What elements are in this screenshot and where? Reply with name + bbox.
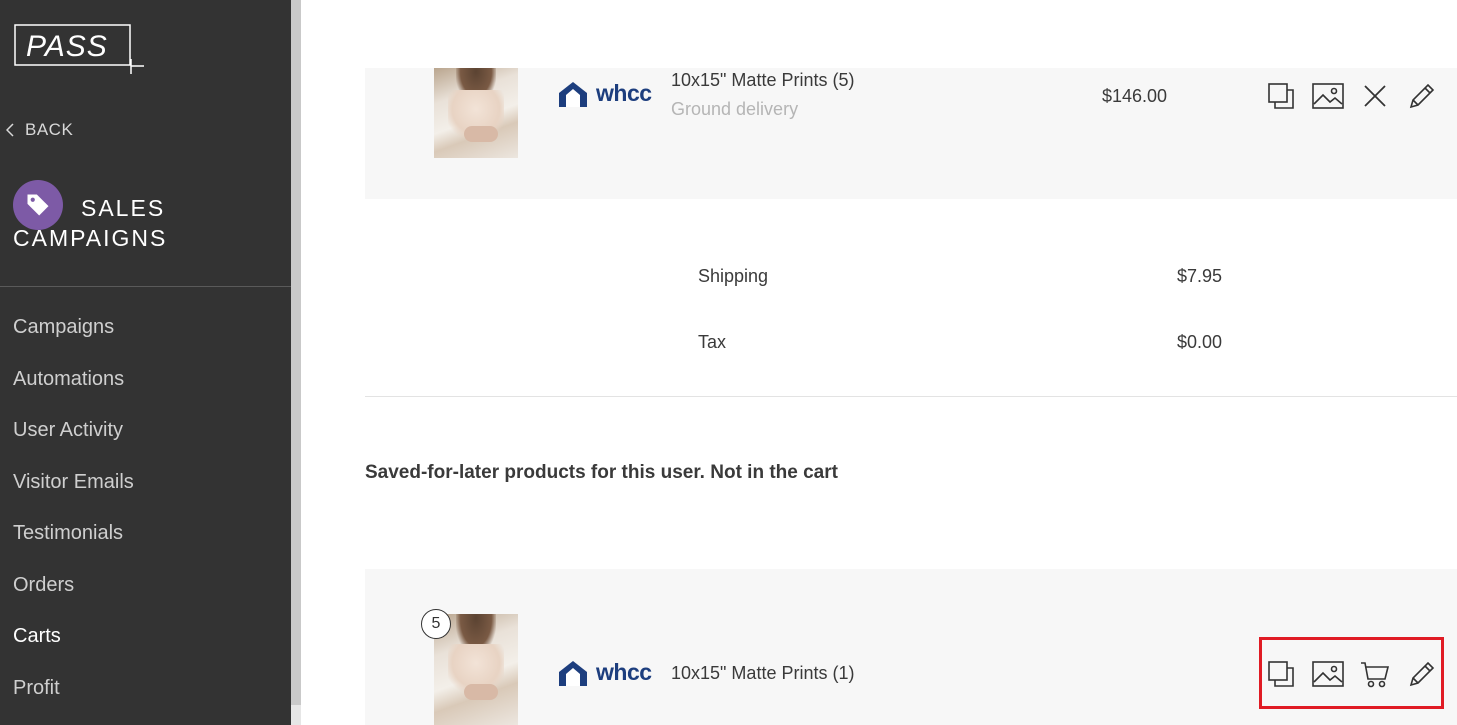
product-price: $146.00 [1102, 86, 1168, 106]
sidebar-item-orders[interactable]: Orders [13, 560, 134, 612]
sidebar-item-visitor-emails[interactable]: Visitor Emails [13, 457, 134, 509]
chevron-left-icon [6, 123, 14, 137]
sidebar-item-user-activity[interactable]: User Activity [13, 405, 134, 457]
vendor-name: whcc [596, 80, 652, 106]
shipping-label: Shipping [698, 266, 769, 286]
saved-vendor-name: whcc [596, 659, 652, 685]
product-title: 10x15" Matte Prints (5) [671, 70, 855, 90]
sidebar-item-carts[interactable]: Carts [13, 611, 134, 663]
cart-item-actions [1257, 80, 1445, 112]
pencil-icon[interactable] [1398, 80, 1445, 112]
saved-vendor-logo: whcc [558, 659, 652, 686]
quantity-badge: 5 [421, 609, 451, 639]
product-thumbnail[interactable] [434, 68, 518, 158]
shipping-value: $7.95 [1177, 266, 1223, 286]
sidebar-item-profit[interactable]: Profit [13, 663, 134, 715]
summary-divider [365, 396, 1457, 397]
saved-product-title: 10x15" Matte Prints (1) [671, 663, 855, 683]
section-title: SALES [81, 195, 166, 221]
back-label: BACK [25, 120, 74, 139]
duplicate-icon[interactable] [1257, 80, 1304, 112]
whcc-house-icon [559, 81, 587, 107]
back-link[interactable]: BACK [6, 120, 73, 140]
highlight-box [1259, 637, 1444, 709]
sidebar: PASS BACK SALES CAMPAIGNS Campaigns Auto… [0, 0, 291, 725]
vendor-logo: whcc [558, 80, 652, 107]
tag-icon [13, 180, 63, 230]
sidebar-divider [0, 286, 291, 287]
close-icon[interactable] [1351, 80, 1398, 112]
whcc-house-icon [559, 660, 587, 686]
sidebar-scrollbar[interactable] [291, 0, 301, 725]
image-icon[interactable] [1304, 80, 1351, 112]
sidebar-item-campaigns[interactable]: Campaigns [13, 302, 134, 354]
scrollbar-thumb[interactable] [291, 0, 301, 705]
tax-value: $0.00 [1177, 332, 1223, 352]
pass-logo[interactable]: PASS [14, 24, 144, 74]
sidebar-nav: Campaigns Automations User Activity Visi… [13, 302, 134, 714]
delivery-method: Ground delivery [671, 99, 799, 119]
section-title-line2: CAMPAIGNS [13, 225, 168, 251]
sidebar-item-testimonials[interactable]: Testimonials [13, 508, 134, 560]
tax-label: Tax [698, 332, 727, 352]
saved-for-later-note: Saved-for-later products for this user. … [365, 462, 838, 483]
logo-text: PASS [26, 30, 108, 63]
sidebar-item-automations[interactable]: Automations [13, 354, 134, 406]
